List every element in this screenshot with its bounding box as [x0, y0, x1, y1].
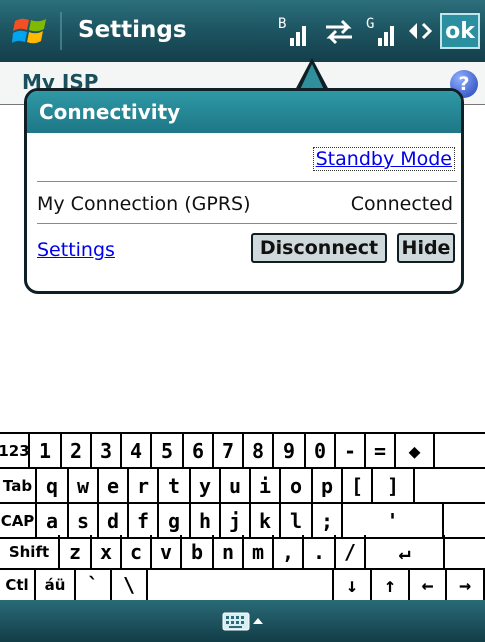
keyboard-key[interactable]: k [251, 504, 281, 537]
keyboard-key[interactable]: a [37, 504, 69, 537]
divider [37, 181, 457, 182]
keyboard-key[interactable]: 8 [244, 434, 274, 467]
svg-text:B: B [278, 16, 286, 32]
keyboard-key[interactable]: - [336, 434, 366, 467]
keyboard-key[interactable]: Tab [0, 469, 37, 502]
keyboard-key[interactable]: e [99, 469, 129, 502]
keyboard-key[interactable]: x [92, 535, 122, 568]
title-bar: Settings B G ok [0, 0, 485, 62]
menu-bar [0, 600, 485, 642]
keyboard-key[interactable]: p [313, 469, 343, 502]
soft-keyboard: 123 1 2 3 4 5 6 7 8 9 0- = ◆ Tab q w e r t y u i o p[] CAP a s d f… [0, 432, 485, 603]
keyboard-key[interactable]: ↵ [366, 535, 445, 568]
keyboard-key[interactable]: i [251, 469, 281, 502]
keyboard-key[interactable]: ' [343, 504, 444, 537]
keyboard-toggle-icon[interactable] [222, 610, 264, 632]
keyboard-key[interactable]: z [60, 535, 92, 568]
keyboard-key[interactable]: 0 [306, 434, 336, 467]
keyboard-key[interactable]: 123 [0, 434, 30, 467]
keyboard-row: 123 1 2 3 4 5 6 7 8 9 0- = ◆ [0, 434, 485, 469]
keyboard-key[interactable]: 4 [122, 434, 152, 467]
keyboard-key[interactable]: h [191, 504, 221, 537]
keyboard-row: CAP a s d f g h j k l; ' [0, 504, 485, 539]
keyboard-key[interactable]: 6 [184, 434, 214, 467]
keyboard-key[interactable]: 1 [30, 434, 62, 467]
keyboard-key[interactable]: q [37, 469, 69, 502]
speaker-icon[interactable] [403, 14, 435, 48]
keyboard-key[interactable]: CAP [0, 504, 37, 537]
keyboard-key[interactable]: ↑ [372, 568, 410, 601]
keyboard-key[interactable]: [ [343, 469, 373, 502]
connectivity-popup: Connectivity Standby Mode My Connection … [24, 88, 464, 294]
keyboard-key[interactable]: n [214, 535, 244, 568]
keyboard-key[interactable]: t [159, 469, 191, 502]
keyboard-key[interactable]: j [221, 504, 251, 537]
signal-b-icon[interactable]: B [276, 14, 312, 48]
keyboard-row: Tab q w e r t y u i o p[] [0, 469, 485, 504]
keyboard-key[interactable]: ` [76, 568, 112, 601]
disconnect-button[interactable]: Disconnect [251, 233, 387, 263]
keyboard-key[interactable]: = [366, 434, 396, 467]
keyboard-key[interactable]: r [129, 469, 159, 502]
keyboard-key[interactable]: v [152, 535, 182, 568]
keyboard-key[interactable]: m [244, 535, 274, 568]
keyboard-key[interactable]: Shift [0, 535, 60, 568]
standby-mode-link[interactable]: Standby Mode [312, 147, 455, 171]
keyboard-key[interactable]: ; [313, 504, 343, 537]
keyboard-key[interactable]: → [447, 568, 485, 601]
connection-status: Connected [350, 193, 453, 215]
keyboard-key[interactable]: 5 [152, 434, 184, 467]
divider [37, 223, 457, 224]
keyboard-key[interactable]: d [99, 504, 129, 537]
window-title: Settings [78, 17, 187, 43]
keyboard-key[interactable]: f [129, 504, 159, 537]
keyboard-key[interactable]: , [274, 535, 304, 568]
keyboard-key[interactable]: 7 [214, 434, 244, 467]
keyboard-key[interactable]: c [122, 535, 152, 568]
connection-name: My Connection (GPRS) [37, 193, 251, 215]
keyboard-key[interactable]: áü [36, 568, 76, 601]
keyboard-key[interactable]: Ctl [0, 568, 36, 601]
ok-button[interactable]: ok [440, 13, 480, 49]
keyboard-key[interactable]: ◆ [396, 434, 435, 467]
keyboard-key[interactable]: 3 [92, 434, 122, 467]
title-separator [60, 12, 62, 50]
keyboard-key[interactable]: . [304, 535, 336, 568]
data-transfer-icon[interactable] [322, 14, 356, 48]
keyboard-key[interactable]: ↓ [334, 568, 372, 601]
signal-g-icon[interactable]: G [364, 14, 400, 48]
hide-button[interactable]: Hide [397, 233, 455, 263]
keyboard-key[interactable]: 2 [62, 434, 92, 467]
popup-header: Connectivity [27, 91, 461, 133]
space-key[interactable] [148, 568, 334, 601]
keyboard-key[interactable]: l [281, 504, 313, 537]
keyboard-key[interactable]: \ [112, 568, 148, 601]
keyboard-row: Shift z x c v b n m,. / ↵ [0, 535, 485, 570]
keyboard-key[interactable]: s [69, 504, 99, 537]
popup-title: Connectivity [39, 100, 181, 124]
svg-text:G: G [366, 16, 374, 32]
keyboard-key[interactable]: ← [410, 568, 447, 601]
keyboard-key[interactable]: 9 [274, 434, 306, 467]
keyboard-row: Ctl áü ` \ ↓ ↑ ← → [0, 568, 485, 603]
keyboard-key[interactable]: ] [373, 469, 415, 502]
keyboard-key[interactable]: g [159, 504, 191, 537]
windows-start-icon[interactable] [12, 14, 50, 48]
keyboard-key[interactable]: w [69, 469, 99, 502]
keyboard-key[interactable]: u [221, 469, 251, 502]
keyboard-key[interactable]: / [336, 535, 366, 568]
keyboard-key[interactable]: y [191, 469, 221, 502]
keyboard-key[interactable]: b [182, 535, 214, 568]
settings-link[interactable]: Settings [37, 239, 115, 261]
keyboard-key[interactable]: o [281, 469, 313, 502]
